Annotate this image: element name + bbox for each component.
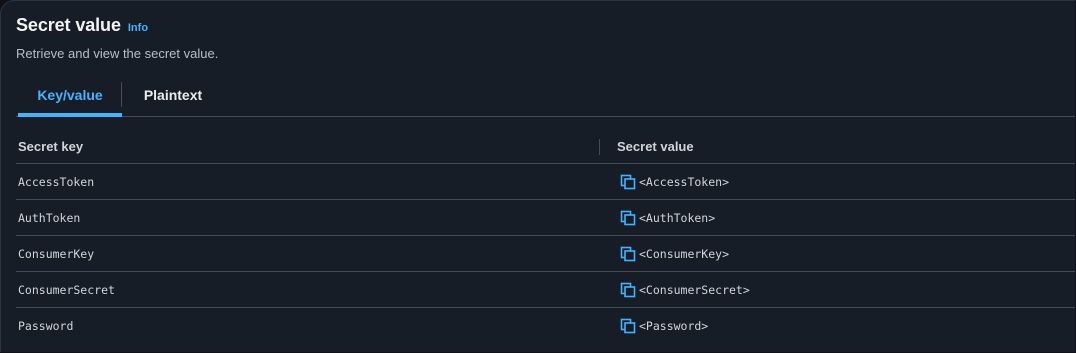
tab-plaintext[interactable]: Plaintext — [122, 81, 224, 113]
tab-key-value[interactable]: Key/value — [18, 81, 122, 117]
secret-value-panel: Secret value Info Retrieve and view the … — [0, 0, 1075, 352]
secret-value-cell: <ConsumerSecret> — [620, 282, 750, 298]
secret-value-text: <ConsumerKey> — [639, 247, 730, 261]
secret-value-text: <ConsumerSecret> — [639, 283, 750, 297]
copy-icon[interactable] — [620, 282, 636, 298]
panel-header: Secret value Info — [16, 15, 148, 36]
column-separator — [599, 139, 600, 155]
table-row: ConsumerSecret <ConsumerSecret> — [16, 272, 1075, 308]
tab-bar: Key/value Plaintext — [16, 81, 1075, 117]
secret-key-cell: Password — [18, 319, 74, 333]
table-header: Secret key Secret value — [16, 129, 1075, 164]
secret-key-cell: AccessToken — [18, 175, 95, 189]
copy-icon[interactable] — [620, 246, 636, 262]
table-row: Password <Password> — [16, 308, 1075, 343]
secret-value-cell: <Password> — [620, 318, 708, 334]
secret-value-text: <Password> — [639, 319, 709, 333]
info-link[interactable]: Info — [128, 22, 148, 34]
secret-key-cell: ConsumerSecret — [18, 283, 115, 297]
secret-value-text: <AuthToken> — [639, 211, 716, 225]
secrets-table: Secret key Secret value AccessToken <Acc… — [16, 129, 1075, 343]
secret-value-cell: <AccessToken> — [620, 174, 729, 190]
column-header-secret-key[interactable]: Secret key — [18, 139, 83, 154]
secret-value-cell: <AuthToken> — [620, 210, 715, 226]
copy-icon[interactable] — [620, 318, 636, 334]
copy-icon[interactable] — [620, 174, 636, 190]
secret-value-text: <AccessToken> — [639, 175, 730, 189]
panel-title: Secret value — [16, 15, 121, 35]
table-row: AuthToken <AuthToken> — [16, 200, 1075, 236]
table-row: ConsumerKey <ConsumerKey> — [16, 236, 1075, 272]
table-row: AccessToken <AccessToken> — [16, 164, 1075, 200]
secret-value-cell: <ConsumerKey> — [620, 246, 729, 262]
panel-description: Retrieve and view the secret value. — [16, 46, 219, 61]
column-header-secret-value[interactable]: Secret value — [617, 139, 694, 154]
copy-icon[interactable] — [620, 210, 636, 226]
secret-key-cell: AuthToken — [18, 211, 81, 225]
secret-key-cell: ConsumerKey — [18, 247, 95, 261]
